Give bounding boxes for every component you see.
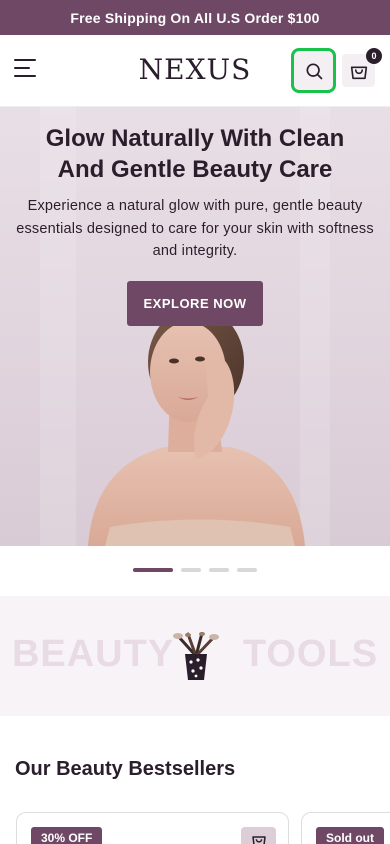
- slide-dot-2[interactable]: [181, 568, 201, 572]
- slide-dot-4[interactable]: [237, 568, 257, 572]
- product-card[interactable]: Sold out: [301, 812, 390, 844]
- sold-out-badge: Sold out: [316, 827, 384, 844]
- bestsellers-title: Our Beauty Bestsellers: [15, 758, 236, 780]
- search-button[interactable]: [291, 48, 336, 93]
- hero-title: Glow Naturally With Clean And Gentle Bea…: [45, 125, 345, 183]
- discount-badge: 30% OFF: [31, 827, 103, 844]
- product-card[interactable]: 30% OFF: [16, 812, 289, 844]
- slide-dot-3[interactable]: [209, 568, 229, 572]
- site-header: NEXUS 0: [0, 35, 390, 107]
- add-to-cart-button[interactable]: [241, 827, 276, 844]
- slide-dot-1[interactable]: [133, 568, 173, 572]
- brush-holder-icon: [173, 632, 219, 680]
- announcement-text: Free Shipping On All U.S Order $100: [70, 9, 320, 26]
- hero-subtitle: Experience a natural glow with pure, gen…: [16, 198, 374, 259]
- shopping-bag-icon: [251, 836, 266, 844]
- hamburger-menu-icon: [14, 59, 36, 61]
- search-icon: [306, 63, 322, 79]
- slider-pagination: [133, 568, 257, 572]
- hero-banner: Glow Naturally With Clean And Gentle Bea…: [0, 107, 390, 546]
- announcement-bar: Free Shipping On All U.S Order $100: [0, 0, 390, 35]
- menu-button[interactable]: [14, 59, 36, 77]
- explore-now-button[interactable]: EXPLORE NOW: [127, 281, 263, 326]
- shopping-bag-icon: [350, 66, 367, 79]
- cart-count-badge: 0: [366, 48, 382, 64]
- beauty-tools-banner[interactable]: BEAUTY TOOLS: [0, 596, 390, 716]
